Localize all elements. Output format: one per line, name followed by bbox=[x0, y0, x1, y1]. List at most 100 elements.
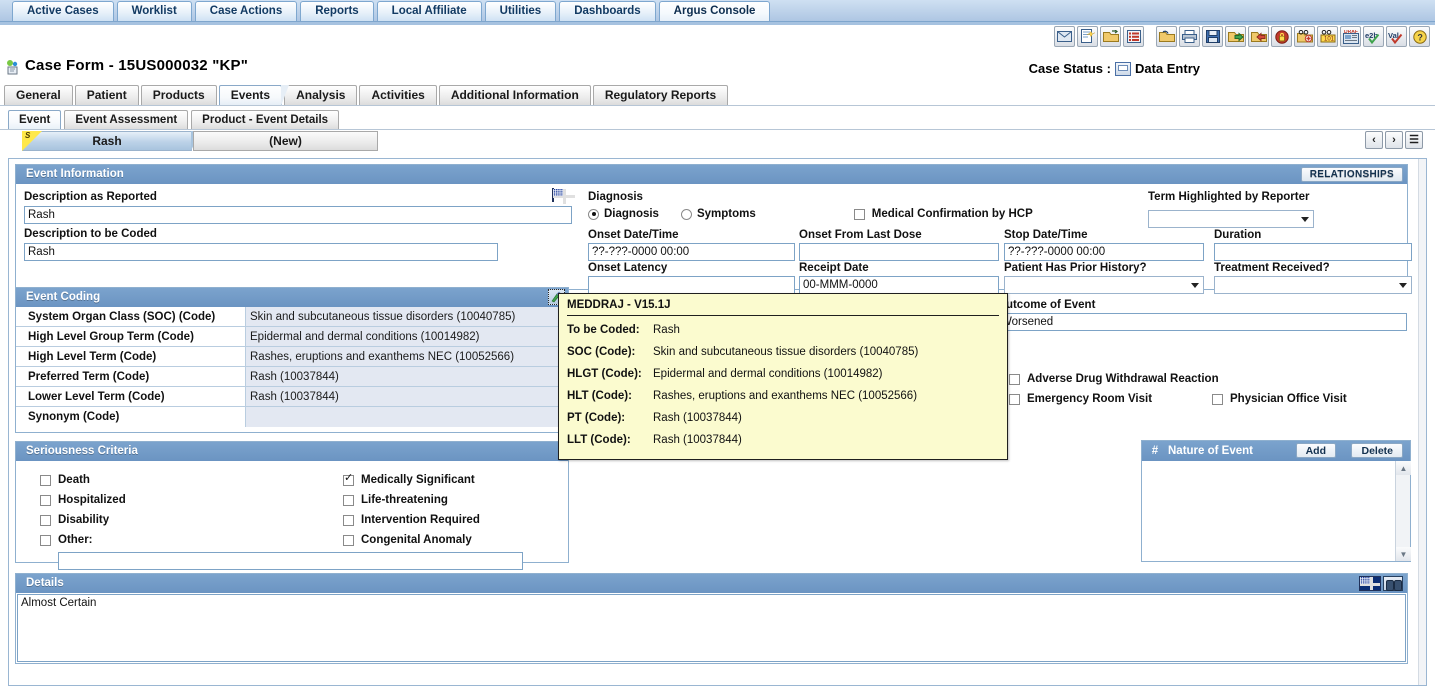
tab-events[interactable]: Events bbox=[218, 85, 290, 106]
prev-event-button[interactable]: ‹ bbox=[1365, 131, 1383, 149]
tab-additional-information[interactable]: Additional Information bbox=[438, 85, 591, 105]
subtab-event[interactable]: Event bbox=[8, 110, 62, 129]
meddra-value-hlgt: Epidermal and dermal conditions (1001498… bbox=[653, 368, 883, 380]
outcome-of-event-input[interactable] bbox=[997, 313, 1407, 331]
add-nature-of-event-button[interactable]: Add bbox=[1295, 443, 1336, 458]
medically-significant-checkbox[interactable] bbox=[343, 473, 354, 486]
case-form-icon bbox=[5, 59, 21, 75]
scroll-down-icon[interactable]: ▼ bbox=[1396, 547, 1411, 561]
other-checkbox[interactable] bbox=[40, 534, 51, 546]
event-coding-rows: System Organ Class (SOC) (Code) Skin and… bbox=[16, 307, 568, 427]
treatment-received-select[interactable] bbox=[1214, 276, 1412, 294]
scroll-up-icon[interactable]: ▲ bbox=[1396, 461, 1411, 475]
event-coding-title: Event Coding bbox=[26, 291, 101, 303]
stop-datetime-input[interactable] bbox=[1004, 243, 1204, 261]
tab-patient[interactable]: Patient bbox=[74, 85, 139, 105]
disability-checkbox[interactable] bbox=[40, 514, 51, 526]
coding-row: Synonym (Code) bbox=[16, 407, 568, 427]
e2b-check-icon[interactable]: e2b bbox=[1363, 26, 1384, 47]
adverse-drug-withdrawal-checkbox[interactable] bbox=[1009, 373, 1020, 385]
life-threatening-checkbox[interactable] bbox=[343, 494, 354, 506]
event-selector-bar: Rash S (New) ‹ › ☰ bbox=[0, 131, 1435, 153]
seriousness-item-medically-significant: Medically Significant bbox=[343, 470, 480, 490]
coding-value-soc[interactable]: Skin and subcutaneous tissue disorders (… bbox=[246, 307, 568, 327]
draft-report-icon[interactable]: DRAFT bbox=[1340, 26, 1361, 47]
relationships-button[interactable]: RELATIONSHIPS bbox=[1300, 167, 1403, 182]
tab-products[interactable]: Products bbox=[140, 85, 217, 105]
onset-latency-input[interactable] bbox=[588, 276, 795, 294]
new-case-icon[interactable] bbox=[1077, 26, 1098, 47]
description-as-reported-input[interactable] bbox=[24, 206, 572, 224]
medical-review-icon[interactable] bbox=[1294, 26, 1315, 47]
topnav-tab-case-actions[interactable]: Case Actions bbox=[194, 1, 298, 21]
coding-value-pt[interactable]: Rash (10037844) bbox=[246, 367, 568, 387]
open-folder-icon[interactable] bbox=[1156, 26, 1177, 47]
event-button-new[interactable]: (New) bbox=[193, 131, 378, 151]
topnav-tab-reports[interactable]: Reports bbox=[300, 1, 374, 21]
description-to-be-coded-input[interactable] bbox=[24, 243, 498, 261]
coding-value-hlgt[interactable]: Epidermal and dermal conditions (1001498… bbox=[246, 327, 568, 347]
binoculars-icon[interactable] bbox=[1383, 576, 1403, 591]
coding-value-synonym[interactable] bbox=[246, 407, 568, 427]
term-highlighted-select[interactable] bbox=[1148, 210, 1314, 228]
topnav-tab-local-affiliate[interactable]: Local Affiliate bbox=[376, 1, 482, 21]
onset-from-last-dose-input[interactable] bbox=[799, 243, 999, 261]
medically-significant-label: Medically Significant bbox=[361, 474, 475, 486]
patient-prior-history-select[interactable] bbox=[1004, 276, 1204, 294]
onset-datetime-input[interactable] bbox=[588, 243, 795, 261]
event-coding-header: Event Coding bbox=[16, 288, 568, 307]
coding-value-llt[interactable]: Rash (10037844) bbox=[246, 387, 568, 407]
receipt-date-input[interactable] bbox=[799, 276, 999, 294]
worklist-icon[interactable] bbox=[1123, 26, 1144, 47]
tab-general[interactable]: General bbox=[4, 85, 73, 105]
lock-icon[interactable] bbox=[1271, 26, 1292, 47]
emergency-room-checkbox[interactable] bbox=[1009, 393, 1020, 405]
meddra-key-hlt: HLT (Code): bbox=[567, 390, 632, 402]
details-header: Details bbox=[16, 574, 1407, 593]
death-checkbox[interactable] bbox=[40, 474, 51, 486]
nature-of-event-list[interactable] bbox=[1142, 461, 1410, 561]
save-icon[interactable] bbox=[1202, 26, 1223, 47]
topnav-tab-active-cases[interactable]: Active Cases bbox=[12, 1, 114, 21]
symptoms-radio[interactable] bbox=[680, 208, 692, 220]
onset-from-last-dose-group: Onset From Last Dose bbox=[799, 229, 999, 261]
hospitalized-checkbox[interactable] bbox=[40, 494, 51, 506]
email-icon[interactable] bbox=[1054, 26, 1075, 47]
route-forward-icon[interactable] bbox=[1225, 26, 1246, 47]
seriousness-item-intervention-required: Intervention Required bbox=[343, 510, 480, 530]
diagnosis-radio[interactable] bbox=[588, 208, 599, 220]
uk-flag-icon[interactable] bbox=[1359, 576, 1381, 591]
validate-icon[interactable]: Val bbox=[1386, 26, 1407, 47]
event-button-rash[interactable]: Rash bbox=[22, 131, 200, 151]
death-label: Death bbox=[58, 474, 90, 486]
description-language-flag-icon[interactable] bbox=[552, 188, 563, 202]
duration-input[interactable] bbox=[1214, 243, 1412, 261]
subtab-product-event-details[interactable]: Product - Event Details bbox=[191, 110, 340, 129]
nature-of-event-scrollbar[interactable]: ▲ ▼ bbox=[1395, 461, 1411, 561]
subtab-event-assessment[interactable]: Event Assessment bbox=[64, 110, 189, 129]
print-icon[interactable] bbox=[1179, 26, 1200, 47]
seriousness-other-input[interactable] bbox=[58, 552, 523, 570]
coding-icon[interactable]: 101 bbox=[1317, 26, 1338, 47]
intervention-required-checkbox[interactable] bbox=[343, 514, 354, 526]
route-back-icon[interactable] bbox=[1248, 26, 1269, 47]
details-textarea[interactable]: Almost Certain bbox=[17, 594, 1406, 662]
event-list-button[interactable]: ☰ bbox=[1405, 131, 1423, 149]
topnav-tab-worklist[interactable]: Worklist bbox=[116, 1, 192, 21]
physician-office-checkbox[interactable] bbox=[1212, 393, 1223, 405]
medical-confirmation-checkbox[interactable] bbox=[853, 208, 865, 220]
help-icon[interactable]: ? bbox=[1409, 26, 1430, 47]
coding-value-hlt[interactable]: Rashes, eruptions and exanthems NEC (100… bbox=[246, 347, 568, 367]
tab-activities[interactable]: Activities bbox=[359, 85, 437, 105]
topnav-tab-dashboards[interactable]: Dashboards bbox=[559, 1, 656, 21]
form-scrollbar[interactable] bbox=[1418, 159, 1426, 685]
delete-nature-of-event-button[interactable]: Delete bbox=[1351, 443, 1403, 458]
next-event-button[interactable]: › bbox=[1385, 131, 1403, 149]
tab-analysis[interactable]: Analysis bbox=[284, 85, 358, 105]
open-case-icon[interactable] bbox=[1100, 26, 1121, 47]
topnav-tab-argus-console[interactable]: Argus Console bbox=[658, 1, 771, 21]
tab-regulatory-reports[interactable]: Regulatory Reports bbox=[592, 85, 729, 105]
congenital-anomaly-checkbox[interactable] bbox=[343, 534, 354, 546]
topnav-tab-utilities[interactable]: Utilities bbox=[484, 1, 557, 21]
seriousness-criteria-header: Seriousness Criteria bbox=[16, 442, 568, 461]
